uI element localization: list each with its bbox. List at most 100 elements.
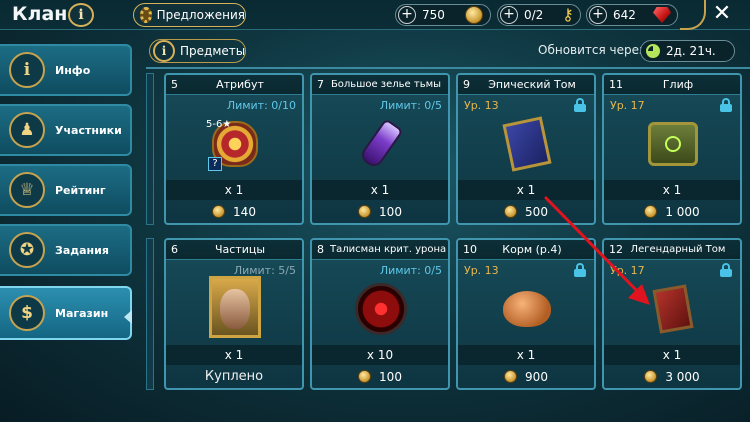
card-name: Глиф bbox=[662, 78, 694, 91]
key-icon: ⚷ bbox=[562, 5, 574, 24]
add-gems-button[interactable]: + bbox=[589, 6, 607, 24]
shop-card-glyph[interactable]: 11 Глиф Ур. 17 x 1 1 000 bbox=[602, 73, 742, 225]
offers-button[interactable]: Предложения bbox=[133, 3, 246, 27]
previous-card-edge[interactable] bbox=[146, 73, 154, 225]
medal-icon: ✪ bbox=[9, 232, 45, 268]
card-price: 3 000 bbox=[604, 370, 740, 384]
card-quantity: x 1 bbox=[458, 180, 594, 200]
chicken-icon bbox=[498, 280, 556, 338]
info-icon[interactable]: i bbox=[153, 40, 175, 62]
potion-icon bbox=[352, 115, 410, 173]
lock-icon bbox=[574, 263, 586, 277]
card-price: 100 bbox=[312, 370, 448, 384]
card-quantity: x 1 bbox=[312, 180, 448, 200]
sidebar-item-label: Участники bbox=[55, 123, 122, 137]
card-level: Ур. 13 bbox=[464, 264, 499, 277]
info-icon: i bbox=[9, 52, 45, 88]
shop-card-legendary-tome[interactable]: 12 Легендарный Том Ур. 17 x 1 3 000 bbox=[602, 238, 742, 390]
card-name: Эпический Том bbox=[488, 78, 576, 91]
card-limit: Лимит: 0/10 bbox=[226, 99, 296, 112]
talisman-icon bbox=[352, 280, 410, 338]
sidebar-item-rating[interactable]: ♕ Рейтинг bbox=[0, 164, 132, 216]
glyph-icon bbox=[644, 115, 702, 173]
card-number: 5 bbox=[171, 78, 178, 91]
lock-icon bbox=[720, 98, 732, 112]
question-icon: ? bbox=[208, 157, 222, 171]
card-number: 7 bbox=[317, 78, 324, 91]
gear-icon bbox=[140, 7, 152, 23]
info-icon[interactable]: i bbox=[68, 3, 94, 27]
price-value: 100 bbox=[379, 370, 402, 384]
card-price: 140 bbox=[166, 205, 302, 219]
lock-icon bbox=[574, 98, 586, 112]
refresh-label: Обновится через: bbox=[538, 43, 650, 57]
card-limit: Лимит: 0/5 bbox=[379, 264, 442, 277]
price-value: 900 bbox=[525, 370, 548, 384]
sidebar-item-info[interactable]: i Инфо bbox=[0, 44, 132, 96]
card-name: Легендарный Том bbox=[630, 244, 726, 255]
sidebar-item-members[interactable]: ♟ Участники bbox=[0, 104, 132, 156]
card-quantity: x 1 bbox=[166, 180, 302, 200]
shop-card-shards[interactable]: 6 Частицы Лимит: 5/5 x 1 Куплено bbox=[164, 238, 304, 390]
rarity-badge: 5-6★ bbox=[206, 119, 232, 130]
card-level: Ур. 17 bbox=[610, 99, 645, 112]
purchased-status: Куплено bbox=[204, 369, 264, 384]
shop-card-epic-tome[interactable]: 9 Эпический Том Ур. 13 x 1 500 bbox=[456, 73, 596, 225]
shop-card-dark-potion[interactable]: 7 Большое зелье тьмы Лимит: 0/5 x 1 100 bbox=[310, 73, 450, 225]
card-quantity: x 1 bbox=[604, 180, 740, 200]
close-icon[interactable]: ✕ bbox=[711, 2, 733, 26]
card-limit: Лимит: 0/5 bbox=[379, 99, 442, 112]
card-price: 100 bbox=[312, 205, 448, 219]
tome-icon bbox=[498, 115, 556, 173]
card-name: Атрибут bbox=[216, 78, 264, 91]
sidebar-item-quests[interactable]: ✪ Задания bbox=[0, 224, 132, 276]
card-number: 9 bbox=[463, 78, 470, 91]
add-coins-button[interactable]: + bbox=[398, 6, 416, 24]
offers-label: Предложения bbox=[156, 8, 245, 22]
tab-label: Предметы bbox=[180, 44, 246, 58]
coin-icon bbox=[465, 6, 483, 24]
card-quantity: x 1 bbox=[458, 345, 594, 365]
keys-value: 0/2 bbox=[524, 8, 544, 22]
refresh-time: 2д. 21ч. bbox=[666, 44, 716, 58]
shop-card-attribute[interactable]: 5 Атрибут Лимит: 0/10 5-6★ ? x 1 140 bbox=[164, 73, 304, 225]
sidebar-item-shop[interactable]: $ Магазин bbox=[0, 286, 132, 340]
coin-icon bbox=[644, 370, 658, 383]
gems-value: 642 bbox=[613, 8, 636, 22]
card-price: 900 bbox=[458, 370, 594, 384]
coins-value: 750 bbox=[422, 8, 445, 22]
price-value: 500 bbox=[525, 205, 548, 219]
page-title: Клан bbox=[12, 3, 68, 25]
shop-card-food[interactable]: 10 Корм (р.4) Ур. 13 x 1 900 bbox=[456, 238, 596, 390]
card-number: 6 bbox=[171, 243, 178, 256]
sidebar-item-label: Магазин bbox=[55, 306, 109, 320]
coin-icon bbox=[644, 205, 658, 218]
clock-icon bbox=[646, 44, 660, 58]
previous-card-edge[interactable] bbox=[146, 238, 154, 390]
lock-icon bbox=[720, 263, 732, 277]
card-quantity: x 1 bbox=[604, 345, 740, 365]
card-name: Талисман крит. урона bbox=[330, 244, 447, 255]
card-number: 12 bbox=[609, 243, 623, 256]
coin-icon bbox=[358, 370, 372, 383]
card-price: 500 bbox=[458, 205, 594, 219]
card-name: Корм (р.4) bbox=[502, 243, 562, 256]
price-value: 1 000 bbox=[665, 205, 700, 219]
coin-icon bbox=[212, 205, 226, 218]
coin-icon bbox=[504, 205, 518, 218]
members-icon: ♟ bbox=[9, 112, 45, 148]
add-keys-button[interactable]: + bbox=[500, 6, 518, 24]
card-quantity: x 1 bbox=[166, 345, 302, 365]
coin-icon bbox=[358, 205, 372, 218]
card-number: 8 bbox=[317, 243, 324, 256]
champion-portrait-icon bbox=[206, 276, 264, 338]
tome-icon bbox=[644, 280, 702, 338]
card-price: 1 000 bbox=[604, 205, 740, 219]
sidebar-item-label: Инфо bbox=[55, 63, 91, 77]
price-value: 3 000 bbox=[665, 370, 700, 384]
shop-card-crit-talisman[interactable]: 8 Талисман крит. урона Лимит: 0/5 x 10 10… bbox=[310, 238, 450, 390]
coin-icon bbox=[504, 370, 518, 383]
trophy-icon: ♕ bbox=[9, 172, 45, 208]
price-value: 100 bbox=[379, 205, 402, 219]
card-level: Ур. 13 bbox=[464, 99, 499, 112]
